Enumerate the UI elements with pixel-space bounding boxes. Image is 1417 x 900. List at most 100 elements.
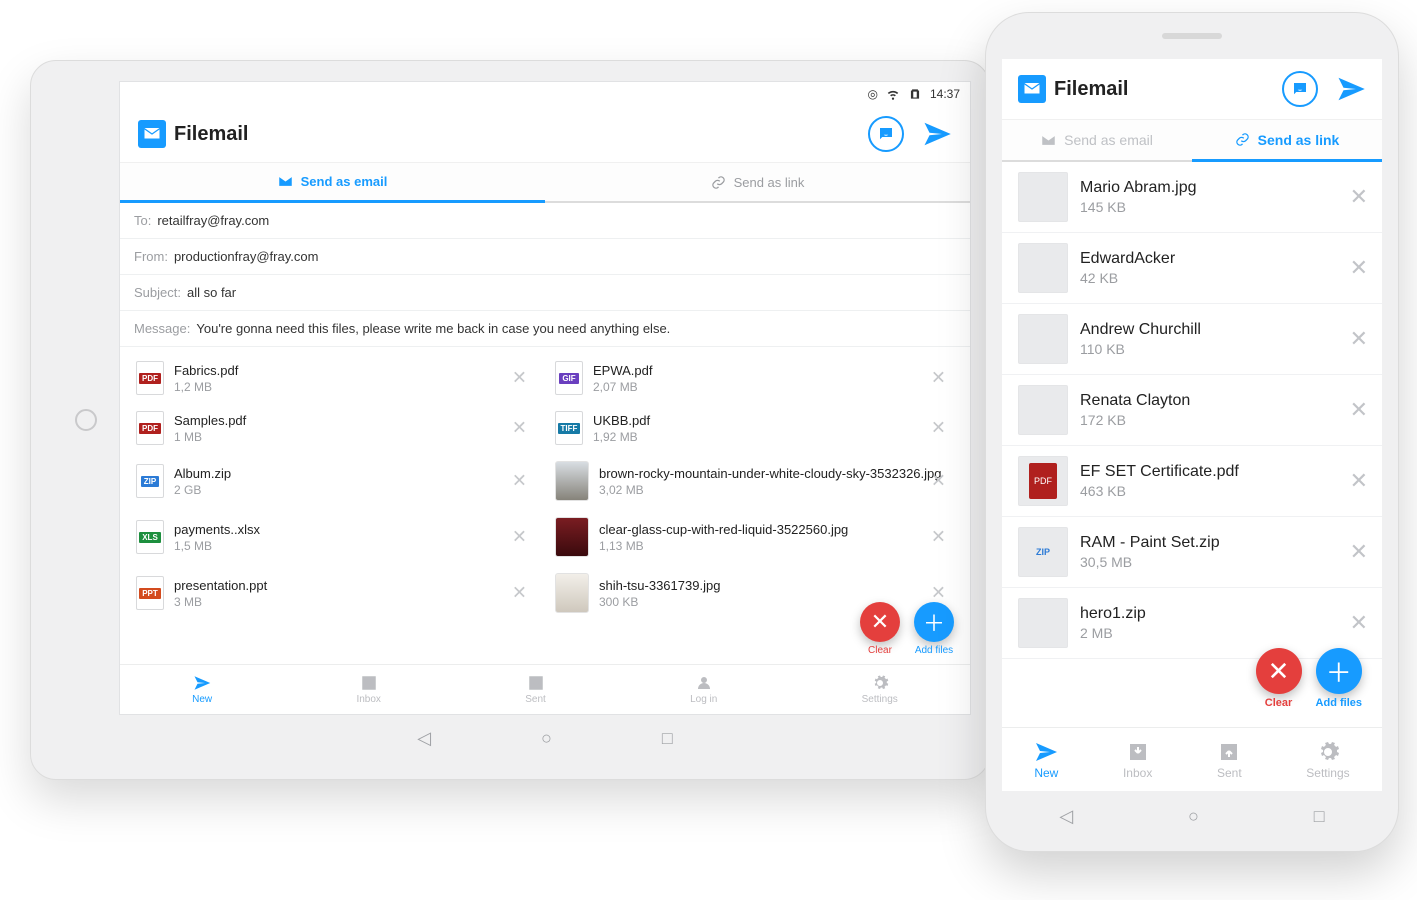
file-size: 1 MB — [174, 430, 246, 444]
wifi-icon — [886, 87, 900, 101]
nav-back-icon[interactable]: ◁ — [417, 728, 431, 749]
remove-file-icon[interactable]: ✕ — [512, 471, 527, 492]
nav-new[interactable]: New — [192, 674, 212, 705]
phone-nav-sent[interactable]: Sent — [1217, 740, 1242, 780]
phone-remove-file-icon[interactable]: ✕ — [1350, 539, 1368, 565]
phone-file-name: RAM - Paint Set.zip — [1080, 534, 1220, 552]
phone-file-thumb: ZIP — [1018, 527, 1068, 577]
nav-login[interactable]: Log in — [690, 674, 717, 705]
from-label: From: — [134, 249, 168, 264]
remove-file-icon[interactable]: ✕ — [512, 368, 527, 389]
nav-recent-icon[interactable]: □ — [662, 728, 673, 749]
brand: Filemail — [138, 120, 248, 148]
phone-nav-inbox[interactable]: Inbox — [1123, 740, 1152, 780]
phone-fab-group: ✕ Clear ＋ Add files — [1256, 648, 1362, 709]
remove-file-icon[interactable]: ✕ — [512, 583, 527, 604]
phone-file-size: 145 KB — [1080, 199, 1197, 215]
file-name: Samples.pdf — [174, 413, 246, 428]
phone-support-button[interactable] — [1282, 71, 1318, 107]
remove-file-icon[interactable]: ✕ — [512, 527, 527, 548]
phone-file-size: 30,5 MB — [1080, 554, 1220, 570]
nav-settings[interactable]: Settings — [862, 674, 898, 705]
mail-icon — [278, 174, 293, 189]
phone-nav-recent-icon[interactable]: □ — [1314, 806, 1325, 827]
phone-remove-file-icon[interactable]: ✕ — [1350, 184, 1368, 210]
pdf-icon: PDF — [136, 361, 164, 395]
phone-header-actions — [1282, 71, 1366, 107]
file-item[interactable]: PDF Samples.pdf 1 MB ✕ — [126, 403, 545, 453]
phone-nav-new-label: New — [1034, 766, 1058, 780]
remove-file-icon[interactable]: ✕ — [931, 583, 946, 604]
file-item[interactable]: PDF Fabrics.pdf 1,2 MB ✕ — [126, 353, 545, 403]
nav-home-icon[interactable]: ○ — [541, 728, 552, 749]
remove-file-icon[interactable]: ✕ — [931, 418, 946, 439]
phone-clear-button[interactable]: ✕ Clear — [1256, 648, 1302, 709]
phone-remove-file-icon[interactable]: ✕ — [1350, 255, 1368, 281]
support-button[interactable] — [868, 116, 904, 152]
phone-file-thumb — [1018, 243, 1068, 293]
phone-remove-file-icon[interactable]: ✕ — [1350, 610, 1368, 636]
phone-file-name: hero1.zip — [1080, 605, 1146, 623]
phone-file-item[interactable]: ZIP RAM - Paint Set.zip 30,5 MB ✕ — [1002, 517, 1382, 588]
remove-file-icon[interactable]: ✕ — [931, 368, 946, 389]
file-name: shih-tsu-3361739.jpg — [599, 578, 720, 593]
phone-file-item[interactable]: EdwardAcker 42 KB ✕ — [1002, 233, 1382, 304]
file-item[interactable]: XLS payments..xlsx 1,5 MB ✕ — [126, 509, 545, 565]
message-field[interactable]: Message: You're gonna need this files, p… — [120, 311, 970, 347]
nav-inbox[interactable]: Inbox — [356, 674, 380, 705]
image-thumb — [555, 461, 589, 501]
subject-field[interactable]: Subject: all so far — [120, 275, 970, 311]
phone-file-item[interactable]: PDF EF SET Certificate.pdf 463 KB ✕ — [1002, 446, 1382, 517]
to-field[interactable]: To: retailfray@fray.com — [120, 203, 970, 239]
from-field[interactable]: From: productionfray@fray.com — [120, 239, 970, 275]
tablet-home-button[interactable] — [75, 409, 97, 431]
phone-nav-new[interactable]: New — [1034, 740, 1058, 780]
phone-add-files-button[interactable]: ＋ Add files — [1316, 648, 1362, 709]
phone-tab-send-email[interactable]: Send as email — [1002, 120, 1192, 162]
file-item[interactable]: ZIP Album.zip 2 GB ✕ — [126, 453, 545, 509]
phone-nav-inbox-label: Inbox — [1123, 766, 1152, 780]
file-item[interactable]: clear-glass-cup-with-red-liquid-3522560.… — [545, 509, 964, 565]
phone-tab-send-link[interactable]: Send as link — [1192, 120, 1382, 162]
image-thumb — [555, 573, 589, 613]
vibrate-icon: ◎ — [867, 87, 877, 101]
file-item[interactable]: brown-rocky-mountain-under-white-cloudy-… — [545, 453, 964, 509]
nav-settings-label: Settings — [862, 694, 898, 705]
phone-nav-settings[interactable]: Settings — [1306, 740, 1349, 780]
add-label: Add files — [915, 645, 953, 656]
remove-file-icon[interactable]: ✕ — [931, 527, 946, 548]
phone-remove-file-icon[interactable]: ✕ — [1350, 397, 1368, 423]
message-value: You're gonna need this files, please wri… — [196, 321, 670, 336]
mail-icon — [1041, 133, 1056, 148]
file-item[interactable]: PPT presentation.ppt 3 MB ✕ — [126, 565, 545, 621]
file-name: EPWA.pdf — [593, 363, 652, 378]
tab-send-link[interactable]: Send as link — [545, 163, 970, 203]
phone-tab-email-label: Send as email — [1064, 132, 1153, 148]
brand-name: Filemail — [174, 123, 248, 146]
file-name: Album.zip — [174, 466, 231, 481]
file-name: brown-rocky-mountain-under-white-cloudy-… — [599, 466, 942, 481]
phone-file-item[interactable]: Andrew Churchill 110 KB ✕ — [1002, 304, 1382, 375]
add-files-button[interactable]: ＋ Add files — [914, 602, 954, 656]
phone-remove-file-icon[interactable]: ✕ — [1350, 468, 1368, 494]
send-plane-icon[interactable] — [922, 119, 952, 149]
phone-send-plane-icon[interactable] — [1336, 74, 1366, 104]
file-size: 2 GB — [174, 483, 231, 497]
nav-new-label: New — [192, 694, 212, 705]
nav-sent[interactable]: Sent — [525, 674, 546, 705]
phone-file-item[interactable]: Renata Clayton 172 KB ✕ — [1002, 375, 1382, 446]
file-name: UKBB.pdf — [593, 413, 650, 428]
phone-remove-file-icon[interactable]: ✕ — [1350, 326, 1368, 352]
phone-nav-back-icon[interactable]: ◁ — [1059, 806, 1073, 827]
phone-file-item[interactable]: Mario Abram.jpg 145 KB ✕ — [1002, 162, 1382, 233]
clear-button[interactable]: ✕ Clear — [860, 602, 900, 656]
file-item[interactable]: GIF EPWA.pdf 2,07 MB ✕ — [545, 353, 964, 403]
phone-bottom-tabbar: New Inbox Sent Settings — [1002, 727, 1382, 791]
file-item[interactable]: TIFF UKBB.pdf 1,92 MB ✕ — [545, 403, 964, 453]
clear-label: Clear — [868, 645, 892, 656]
remove-file-icon[interactable]: ✕ — [512, 418, 527, 439]
tab-send-email[interactable]: Send as email — [120, 163, 545, 203]
remove-file-icon[interactable]: ✕ — [931, 471, 946, 492]
phone-nav-home-icon[interactable]: ○ — [1188, 806, 1199, 827]
tab-link-label: Send as link — [734, 175, 805, 190]
